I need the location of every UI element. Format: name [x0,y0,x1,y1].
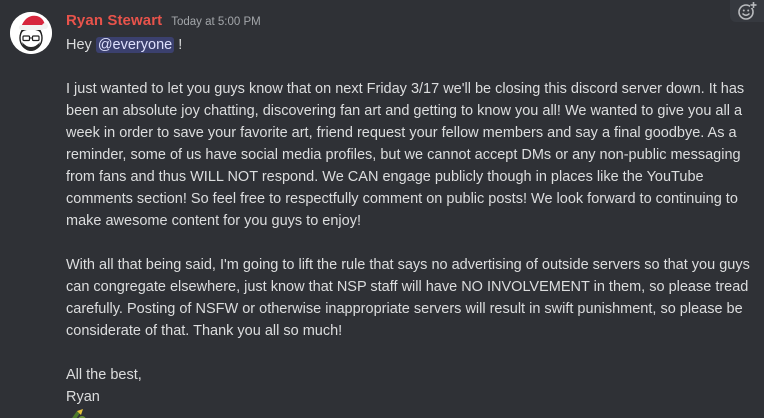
emoji-icon [68,407,88,418]
signature-text: Ryan [66,389,100,405]
signoff-text: All the best, [66,367,142,383]
santa-hat-avatar-icon[interactable] [10,12,52,54]
message-paragraph: With all that being said, I'm going to l… [66,257,750,339]
author-name[interactable]: Ryan Stewart [66,12,162,29]
message-timestamp: Today at 5:00 PM [171,16,261,28]
add-reaction-icon [738,1,757,20]
greeting-line: Hey @everyone ! [66,34,758,56]
everyone-mention[interactable]: @everyone [95,37,175,53]
message-content: Hey @everyone ! I just wanted to let you… [66,34,758,408]
message-paragraph: I just wanted to let you guys know that … [66,81,745,229]
greeting-prefix: Hey [66,37,96,53]
add-reaction-button[interactable] [730,0,764,22]
message-header: Ryan Stewart Today at 5:00 PM [66,12,261,32]
chat-message: Ryan Stewart Today at 5:00 PM Hey @every… [0,0,764,418]
greeting-suffix: ! [174,37,183,53]
